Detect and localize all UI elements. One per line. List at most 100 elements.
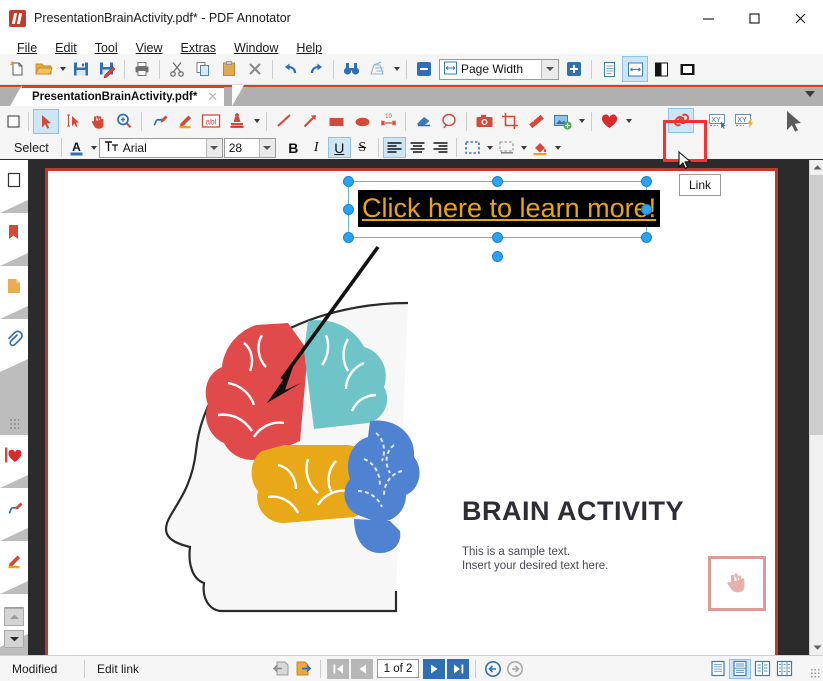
align-right-button[interactable] xyxy=(429,137,452,158)
minimize-button[interactable] xyxy=(685,0,731,37)
hand-annotation-box[interactable] xyxy=(708,556,766,611)
shadow-style-dropdown[interactable] xyxy=(518,137,529,158)
sidebar-highlighter[interactable] xyxy=(0,541,28,594)
new-document-button[interactable] xyxy=(4,56,30,82)
view-mode-facing[interactable] xyxy=(751,659,773,679)
zoom-in-button[interactable] xyxy=(561,56,587,82)
font-size-combobox[interactable]: 28 xyxy=(223,137,276,158)
sidebar-scroll-up-button[interactable] xyxy=(4,608,24,626)
tool-select-text[interactable] xyxy=(59,109,85,134)
scroll-down-button[interactable] xyxy=(810,640,823,655)
clear-button[interactable] xyxy=(364,56,390,82)
font-name-dropdown-arrow[interactable] xyxy=(205,138,222,157)
resize-handle-middle-left[interactable] xyxy=(343,204,354,215)
copy-button[interactable] xyxy=(190,56,216,82)
scroll-up-button[interactable] xyxy=(810,160,823,175)
vertical-scrollbar-thumb[interactable] xyxy=(810,175,823,435)
fill-color-button[interactable] xyxy=(529,137,552,158)
link-button[interactable] xyxy=(668,108,694,133)
forward-button[interactable] xyxy=(504,659,526,679)
chevron-down-icon[interactable] xyxy=(805,91,815,97)
resize-handle-top-right[interactable] xyxy=(641,176,652,187)
tool-insert-image[interactable] xyxy=(549,109,575,134)
tool-stamp-dropdown[interactable] xyxy=(250,109,262,134)
tool-lasso[interactable] xyxy=(436,109,462,134)
sidebar-favorites[interactable] xyxy=(0,435,28,488)
tool-textbox[interactable]: abl xyxy=(198,109,224,134)
sidebar-thumbnails[interactable] xyxy=(0,160,28,213)
next-page-button[interactable] xyxy=(423,658,445,679)
align-center-button[interactable] xyxy=(406,137,429,158)
font-color-button[interactable]: A xyxy=(66,137,88,158)
view-page-width-button[interactable] xyxy=(622,56,648,82)
link-text-annotation[interactable]: Click here to learn more! xyxy=(358,190,661,227)
save-button[interactable] xyxy=(68,56,94,82)
tool-line[interactable] xyxy=(271,109,297,134)
print-button[interactable] xyxy=(129,56,155,82)
sidebar-pen-tools[interactable] xyxy=(0,488,28,541)
resize-handle-top-center[interactable] xyxy=(492,176,503,187)
tool-select[interactable] xyxy=(33,108,59,134)
zoom-out-button[interactable] xyxy=(411,56,437,82)
paste-button[interactable] xyxy=(216,56,242,82)
underline-button[interactable]: U xyxy=(327,137,351,158)
sidebar-scroll-down-button[interactable] xyxy=(4,630,24,648)
tool-hand[interactable] xyxy=(85,109,111,134)
tool-zoom[interactable] xyxy=(111,109,137,134)
xy-flash-button[interactable]: XY xyxy=(732,108,758,133)
last-page-button[interactable] xyxy=(447,658,469,679)
pdf-page[interactable]: BRAIN ACTIVITY This is a sample text. In… xyxy=(45,168,778,655)
document-tab-close-icon[interactable]: ✕ xyxy=(207,89,218,105)
clear-dropdown-button[interactable] xyxy=(390,56,402,82)
italic-button[interactable]: I xyxy=(305,137,328,158)
resize-grip-icon[interactable] xyxy=(810,668,820,678)
fill-color-dropdown[interactable] xyxy=(552,137,563,158)
align-left-button[interactable] xyxy=(382,137,406,158)
vertical-scrollbar[interactable] xyxy=(809,160,823,655)
sidebar-pages[interactable] xyxy=(0,266,28,319)
document-tab[interactable]: PresentationBrainActivity.pdf* ✕ xyxy=(22,85,225,106)
tool-snapshot[interactable] xyxy=(471,109,497,134)
bold-button[interactable]: B xyxy=(282,137,305,158)
resize-handle-bottom-right[interactable] xyxy=(641,232,652,243)
font-size-dropdown-arrow[interactable] xyxy=(258,138,275,157)
previous-view-button[interactable] xyxy=(270,659,292,679)
tool-highlighter[interactable] xyxy=(172,109,198,134)
next-view-button[interactable] xyxy=(292,659,314,679)
cut-button[interactable] xyxy=(164,56,190,82)
zoom-level-dropdown-arrow[interactable] xyxy=(541,59,558,79)
tool-arrow[interactable] xyxy=(297,109,323,134)
view-mode-single[interactable] xyxy=(707,659,729,679)
open-document-button[interactable] xyxy=(30,56,56,82)
pointer-arrow-annotation-icon[interactable] xyxy=(238,243,388,433)
page-indicator[interactable]: 1 of 2 xyxy=(377,659,419,678)
resize-handle-top-left[interactable] xyxy=(343,176,354,187)
find-button[interactable] xyxy=(338,56,364,82)
sidebar-bookmarks[interactable] xyxy=(0,213,28,266)
font-color-dropdown[interactable] xyxy=(88,137,99,158)
tool-favorites[interactable] xyxy=(596,109,622,134)
tool-ruler[interactable] xyxy=(523,109,549,134)
view-single-page-button[interactable] xyxy=(596,56,622,82)
view-mode-continuous[interactable] xyxy=(729,658,751,679)
tool-rectangle[interactable] xyxy=(323,109,349,134)
view-full-page-button[interactable] xyxy=(648,56,674,82)
undo-button[interactable] xyxy=(277,56,303,82)
tool-measure[interactable]: 10 xyxy=(375,109,401,134)
previous-page-button[interactable] xyxy=(351,658,373,679)
resize-handle-bottom-left[interactable] xyxy=(343,232,354,243)
resize-handle-bottom-center[interactable] xyxy=(492,232,503,243)
open-dropdown-button[interactable] xyxy=(56,56,68,82)
tool-panel-toggle[interactable] xyxy=(2,109,24,134)
tool-ellipse[interactable] xyxy=(349,109,375,134)
tool-eraser[interactable] xyxy=(410,109,436,134)
border-style-dropdown[interactable] xyxy=(484,137,495,158)
resize-handle-middle-right[interactable] xyxy=(641,204,652,215)
first-page-button[interactable] xyxy=(327,658,349,679)
maximize-button[interactable] xyxy=(731,0,777,37)
delete-button[interactable] xyxy=(242,56,268,82)
strikethrough-button[interactable]: S xyxy=(351,137,374,158)
sidebar-splitter-grip[interactable] xyxy=(9,418,19,430)
xy-cursor-button[interactable]: XY xyxy=(706,108,732,133)
shadow-style-button[interactable] xyxy=(495,137,518,158)
